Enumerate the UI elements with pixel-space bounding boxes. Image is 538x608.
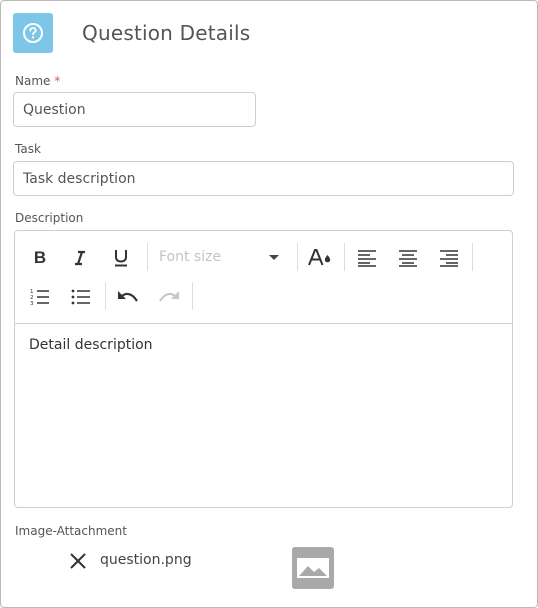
- undo-icon: [118, 291, 138, 302]
- name-label: Name *: [15, 74, 60, 88]
- toolbar-divider: [147, 243, 148, 271]
- ordered-list-icon: 1 2 3: [30, 289, 49, 306]
- toolbar-divider: [472, 243, 473, 271]
- attachment-filename: question.png: [100, 552, 192, 568]
- question-details-panel: Question Details Name * Question Task Ta…: [0, 0, 538, 608]
- task-input-value: Task description: [23, 170, 136, 187]
- name-input[interactable]: Question: [13, 92, 256, 127]
- page-title: Question Details: [82, 21, 251, 45]
- remove-attachment-button[interactable]: [67, 550, 89, 572]
- italic-icon: [75, 250, 85, 266]
- rich-text-editor: B Font size 1 2 3 Detail description: [14, 230, 513, 508]
- unordered-list-button[interactable]: [64, 281, 98, 313]
- unordered-list-icon: [71, 289, 90, 305]
- font-color-icon: [308, 249, 331, 266]
- image-icon: [297, 558, 329, 578]
- redo-button[interactable]: [152, 281, 186, 313]
- name-input-value: Question: [23, 101, 86, 118]
- font-color-button[interactable]: [303, 242, 337, 274]
- align-center-icon: [399, 250, 417, 267]
- undo-button[interactable]: [111, 281, 145, 313]
- toolbar-divider: [297, 243, 298, 271]
- caret-down-icon: [269, 255, 279, 260]
- redo-icon: [159, 291, 179, 302]
- task-label: Task: [15, 142, 41, 156]
- toolbar-divider: [105, 282, 106, 310]
- underline-button[interactable]: [104, 242, 138, 274]
- align-left-button[interactable]: [350, 242, 384, 274]
- ordered-list-button[interactable]: 1 2 3: [23, 281, 57, 313]
- image-attachment-label: Image-Attachment: [15, 524, 127, 538]
- align-right-button[interactable]: [432, 242, 466, 274]
- font-size-select[interactable]: Font size: [159, 243, 279, 271]
- font-size-placeholder: Font size: [159, 249, 222, 265]
- italic-button[interactable]: [63, 242, 97, 274]
- toolbar-divider: [192, 282, 193, 310]
- svg-text:3: 3: [30, 301, 34, 306]
- close-icon: [70, 553, 86, 569]
- toolbar-divider: [344, 243, 345, 271]
- bold-icon: B: [33, 248, 47, 267]
- align-right-icon: [440, 250, 458, 267]
- required-marker: *: [54, 74, 61, 88]
- editor-content[interactable]: Detail description: [29, 337, 153, 353]
- description-label: Description: [15, 211, 84, 225]
- name-label-text: Name: [15, 74, 51, 88]
- underline-icon: [115, 250, 127, 267]
- task-input[interactable]: Task description: [13, 161, 514, 196]
- bold-button[interactable]: B: [23, 242, 57, 274]
- attachment-thumbnail[interactable]: [292, 547, 334, 589]
- question-circle-icon: [13, 13, 53, 53]
- align-left-icon: [358, 250, 376, 267]
- align-center-button[interactable]: [391, 242, 425, 274]
- editor-toolbar: B Font size 1 2 3: [15, 231, 512, 324]
